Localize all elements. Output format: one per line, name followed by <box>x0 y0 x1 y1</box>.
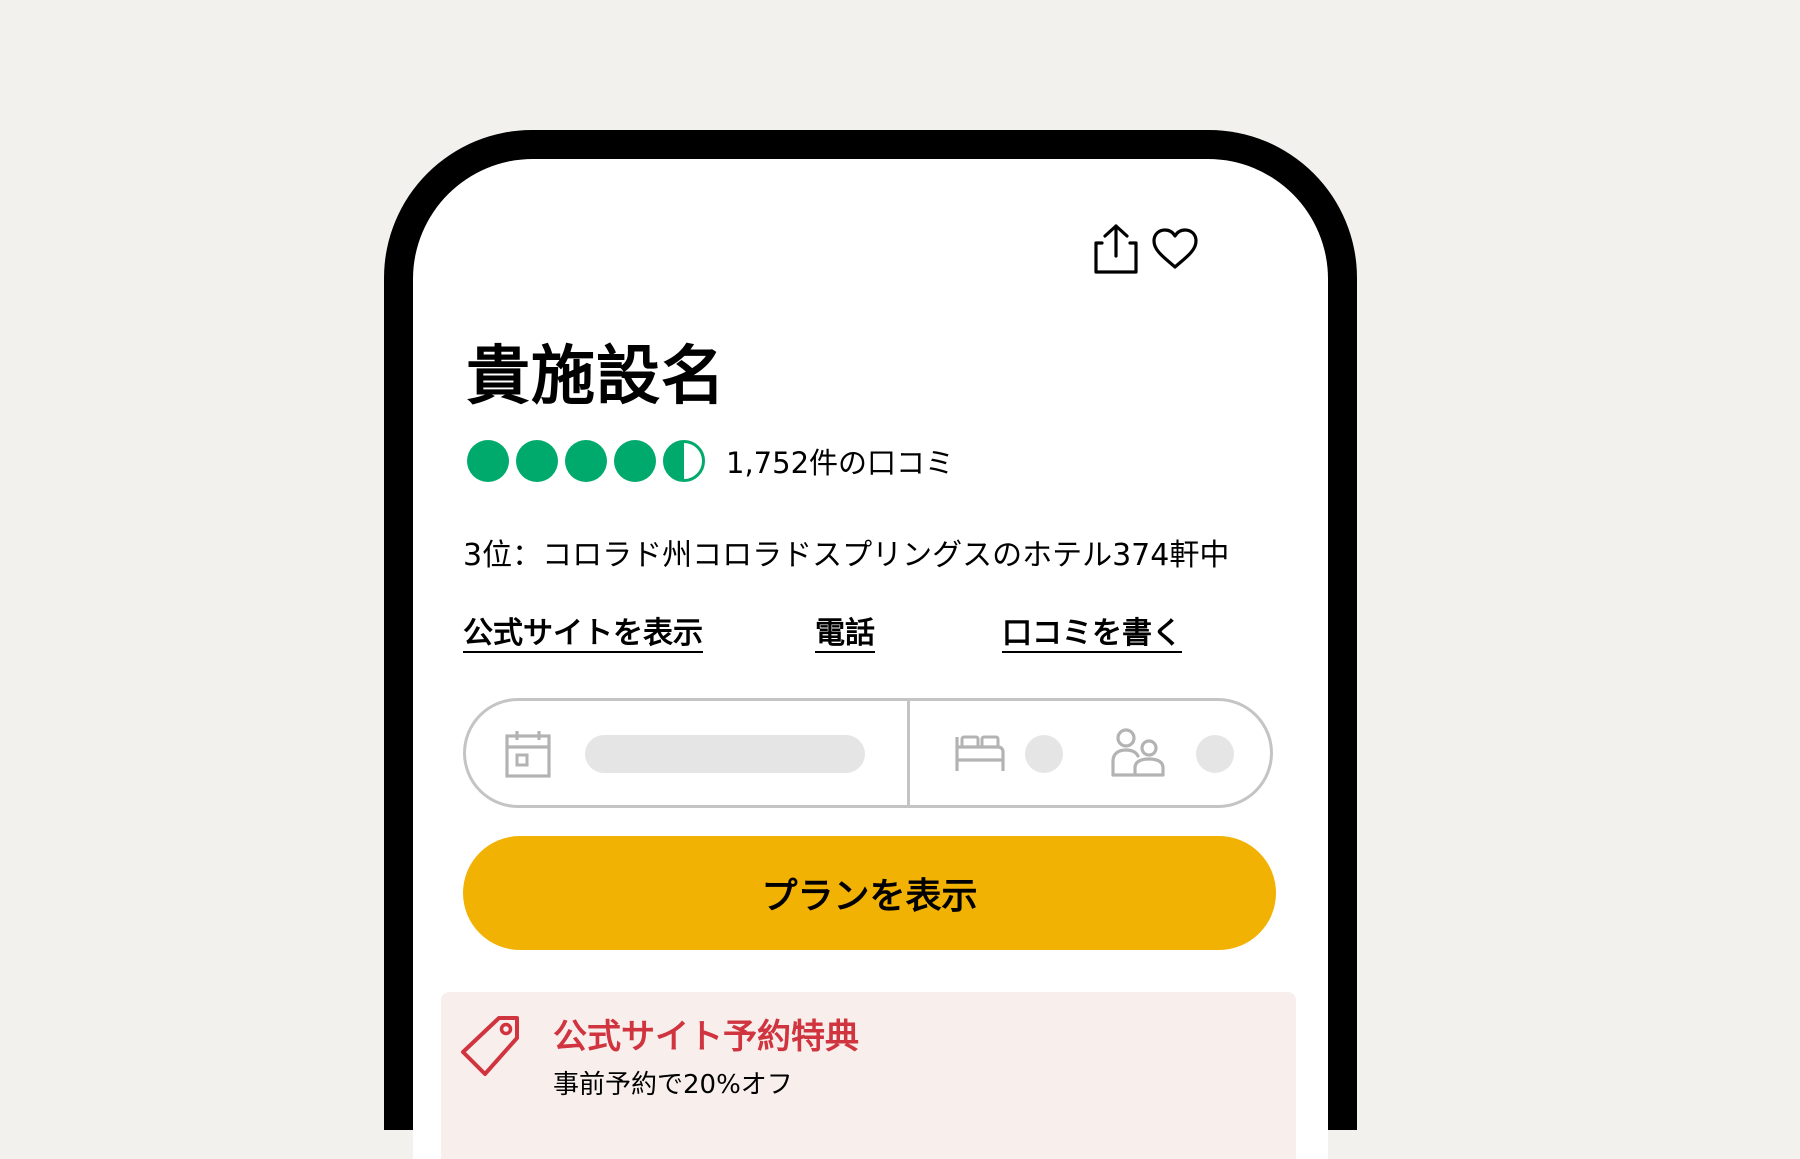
share-icon <box>1094 224 1138 274</box>
rooms-placeholder <box>1025 735 1063 773</box>
write-review-link[interactable]: 口コミを書く <box>1002 608 1182 652</box>
ranking-text: 3位：コロラド州コロラドスプリングスのホテル374軒中 <box>463 538 1230 573</box>
rating-bubble-full <box>614 440 656 482</box>
guests-field[interactable] <box>1070 701 1270 805</box>
rooms-field[interactable] <box>910 701 1070 805</box>
search-bar <box>463 698 1273 808</box>
rating-row[interactable]: 1,752件の口コミ <box>466 438 954 484</box>
rating-bubble-full <box>467 440 509 482</box>
heart-icon <box>1152 228 1198 269</box>
phone-frame: 貴施設名 1,752件の口コミ 3位：コロラド州コロラドスプリングスのホテル37… <box>384 130 1357 1159</box>
guests-icon <box>1111 728 1165 777</box>
review-count[interactable]: 1,752件の口コミ <box>726 440 954 482</box>
property-name: 貴施設名 <box>466 340 726 414</box>
phone-link[interactable]: 電話 <box>815 608 875 652</box>
date-placeholder <box>585 735 865 773</box>
rating-bubbles <box>466 439 706 483</box>
guests-placeholder <box>1196 735 1234 773</box>
date-field[interactable] <box>466 701 907 805</box>
promo-title: 公式サイト予約特典 <box>553 1017 859 1057</box>
promo-subtitle: 事前予約で20%オフ <box>553 1070 793 1100</box>
rating-bubble-half <box>663 440 705 482</box>
view-plans-button[interactable]: プランを表示 <box>463 836 1276 950</box>
promo-card[interactable]: 公式サイト予約特典 事前予約で20%オフ <box>441 992 1296 1159</box>
price-tag-icon <box>461 1016 519 1076</box>
favorite-button[interactable] <box>1145 219 1205 279</box>
website-link[interactable]: 公式サイトを表示 <box>463 608 703 652</box>
phone-screen: 貴施設名 1,752件の口コミ 3位：コロラド州コロラドスプリングスのホテル37… <box>413 159 1328 1159</box>
rating-bubble-full <box>516 440 558 482</box>
bed-icon <box>955 735 1005 771</box>
share-button[interactable] <box>1086 219 1146 279</box>
rating-bubble-full <box>565 440 607 482</box>
calendar-icon <box>505 731 551 778</box>
